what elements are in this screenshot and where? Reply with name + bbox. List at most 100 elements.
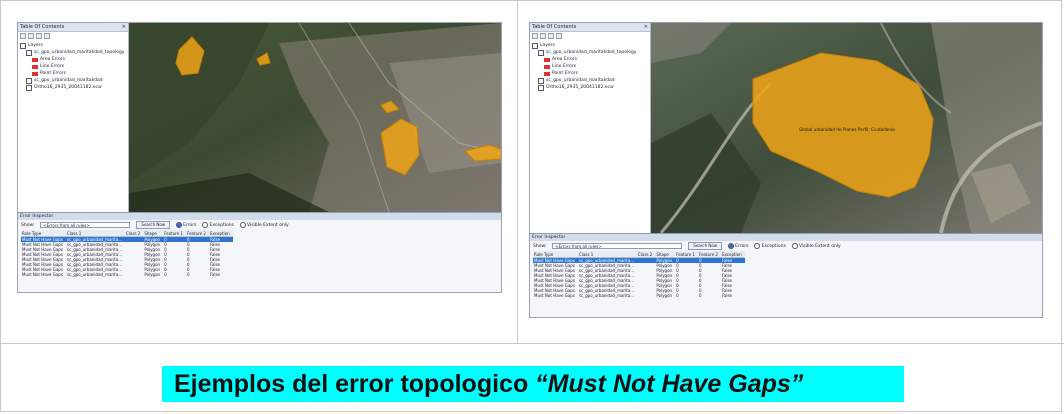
error-table: Rule Type Class 1 Class 2 Shape Feature 1 Fea… xyxy=(21,230,233,277)
table-cell xyxy=(637,293,655,298)
toc-item[interactable]: Area Errors xyxy=(530,56,650,63)
table-cell: 0 xyxy=(164,272,167,277)
layer-visibility-checkbox[interactable] xyxy=(538,84,544,91)
toc-title: Table Of Contents xyxy=(20,24,65,30)
toc-item-label: sc_gpo_urbanidad_maritalidad xyxy=(546,78,615,83)
error-symbol-icon xyxy=(544,57,550,62)
error-inspector-panel: Error Inspector Show: <Errors from all r… xyxy=(18,212,501,292)
error-inspector-panel: Error Inspector Show: <Errors from all r… xyxy=(530,233,1042,317)
toc-item-label: Point Errors xyxy=(40,71,66,76)
search-now-button[interactable]: Search Now xyxy=(136,221,171,229)
toc-item-label: Layers xyxy=(540,43,555,48)
table-row[interactable]: Must Not Have Gaps sc_gpo_urbanidad_marit… xyxy=(21,272,233,277)
list-by-drawing-order-icon[interactable] xyxy=(20,33,26,39)
toc-panel: Table Of Contents ✕ Layers sc_gpo_urbanid… xyxy=(18,23,129,212)
close-icon[interactable]: ✕ xyxy=(122,23,126,31)
toc-item[interactable]: Point Errors xyxy=(18,70,128,77)
table-cell: Polygon xyxy=(656,293,673,298)
layer-visibility-checkbox[interactable] xyxy=(26,77,32,84)
layer-visibility-checkbox[interactable] xyxy=(532,42,538,49)
table-cell: False xyxy=(721,293,732,298)
table-row[interactable]: Must Not Have Gaps sc_gpo_urbanidad_marit… xyxy=(533,293,745,298)
toc-title: Table Of Contents xyxy=(532,24,577,30)
list-by-source-icon[interactable] xyxy=(28,33,34,39)
toc-item[interactable]: Line Errors xyxy=(18,63,128,70)
layer-visibility-checkbox[interactable] xyxy=(26,84,32,91)
toc-item[interactable]: Point Errors xyxy=(530,70,650,77)
toc-item-label: Area Errors xyxy=(40,57,66,62)
table-cell: Must Not Have Gaps xyxy=(534,293,575,298)
table-cell: Polygon xyxy=(144,272,161,277)
layer-visibility-checkbox[interactable] xyxy=(538,49,544,56)
toc-item[interactable]: Ortho16_2935_20041182.ecw xyxy=(18,84,128,91)
polygon-label: Global urbanidad de Planes Perfil: Ciuda… xyxy=(799,127,895,132)
map-view[interactable] xyxy=(129,23,501,212)
toc-item-label: sc_gpo_urbanidad_maritalidad xyxy=(34,78,103,83)
list-by-selection-icon[interactable] xyxy=(44,33,50,39)
toc-item[interactable]: Layers xyxy=(18,42,128,49)
error-symbol-icon xyxy=(32,57,38,62)
error-symbol-icon xyxy=(32,64,38,69)
error-inspector-toolbar: Show: <Errors from all rules> Search Now… xyxy=(530,241,1042,251)
arcmap-screenshot-right: Table Of Contents ✕ Layers sc_gpo_urbanid… xyxy=(529,22,1043,318)
table-cell: Must Not Have Gaps xyxy=(22,272,63,277)
toc-item[interactable]: Line Errors xyxy=(530,63,650,70)
caption: Ejemplos del error topologico “Must Not … xyxy=(174,368,803,400)
table-cell: sc_gpo_urbanidad_marita... xyxy=(578,293,635,298)
table-cell: sc_gpo_urbanidad_marita... xyxy=(66,272,123,277)
toc-panel: Table Of Contents ✕ Layers sc_gpo_urbanid… xyxy=(530,23,651,233)
toc-item-label: Ortho16_2935_20041182.ecw xyxy=(34,85,102,90)
errors-radio[interactable]: Errors xyxy=(728,243,748,249)
error-inspector-title: Error Inspector xyxy=(18,213,501,220)
layer-visibility-checkbox[interactable] xyxy=(26,49,32,56)
show-dropdown[interactable]: <Errors from all rules> xyxy=(552,243,683,249)
table-cell: 0 xyxy=(699,293,702,298)
toc-item[interactable]: Area Errors xyxy=(18,56,128,63)
visible-extent-checkbox[interactable]: Visible Extent only xyxy=(239,222,289,228)
list-by-visibility-icon[interactable] xyxy=(548,33,554,39)
table-cell: 0 xyxy=(187,272,190,277)
toc-item[interactable]: Ortho16_2935_20041182.ecw xyxy=(530,84,650,91)
errors-radio[interactable]: Errors xyxy=(176,222,196,228)
show-label: Show: xyxy=(21,222,35,228)
exceptions-radio[interactable]: Exceptions xyxy=(202,222,234,228)
toc-item-label: Line Errors xyxy=(40,64,65,69)
toc-item[interactable]: sc_gpo_urbanidad_maritalidad xyxy=(530,77,650,84)
toc-item[interactable]: Layers xyxy=(530,42,650,49)
table-cell: False xyxy=(209,272,220,277)
error-symbol-icon xyxy=(544,64,550,69)
exceptions-radio[interactable]: Exceptions xyxy=(754,243,786,249)
toc-item-label: Ortho16_2935_20041182.ecw xyxy=(546,85,614,90)
visible-extent-checkbox[interactable]: Visible Extent only xyxy=(791,243,841,249)
toc-item[interactable]: sc_gpo_urbanidad_maritalidad_topology xyxy=(530,49,650,56)
toc-item-label: Line Errors xyxy=(552,64,577,69)
list-by-source-icon[interactable] xyxy=(540,33,546,39)
search-now-button[interactable]: Search Now xyxy=(688,242,723,250)
table-cell xyxy=(125,272,143,277)
layer-visibility-checkbox[interactable] xyxy=(538,77,544,84)
list-by-drawing-order-icon[interactable] xyxy=(532,33,538,39)
toc-item-label: sc_gpo_urbanidad_maritalidad_topology xyxy=(546,50,637,55)
table-row-divider xyxy=(0,343,1064,344)
toc-item[interactable]: sc_gpo_urbanidad_maritalidad xyxy=(18,77,128,84)
show-dropdown[interactable]: <Errors from all rules> xyxy=(40,222,131,228)
toc-layer-list: Layers sc_gpo_urbanidad_maritalidad_topol… xyxy=(18,42,128,91)
list-by-selection-icon[interactable] xyxy=(556,33,562,39)
toc-item-label: Point Errors xyxy=(552,71,578,76)
list-by-visibility-icon[interactable] xyxy=(36,33,42,39)
error-table: Rule Type Class 1 Class 2 Shape Feature 1 Fea… xyxy=(533,251,745,298)
table-cell: 0 xyxy=(676,293,679,298)
toc-item-label: Area Errors xyxy=(552,57,578,62)
arcmap-screenshot-left: Table Of Contents ✕ Layers sc_gpo_urbanid… xyxy=(17,22,502,293)
toc-item[interactable]: sc_gpo_urbanidad_maritalidad_topology xyxy=(18,49,128,56)
toc-item-label: Layers xyxy=(28,43,43,48)
caption-quoted-rule: “Must Not Have Gaps” xyxy=(535,370,804,398)
aerial-map xyxy=(129,23,501,212)
layer-visibility-checkbox[interactable] xyxy=(20,42,26,49)
error-inspector-toolbar: Show: <Errors from all rules> Search Now… xyxy=(18,220,501,230)
caption-prefix: Ejemplos del error topologico xyxy=(174,370,536,398)
toc-title-bar: Table Of Contents ✕ xyxy=(18,23,128,32)
close-icon[interactable]: ✕ xyxy=(644,23,648,31)
map-view[interactable]: Global urbanidad de Planes Perfil: Ciuda… xyxy=(651,23,1042,233)
show-label: Show: xyxy=(533,243,547,249)
